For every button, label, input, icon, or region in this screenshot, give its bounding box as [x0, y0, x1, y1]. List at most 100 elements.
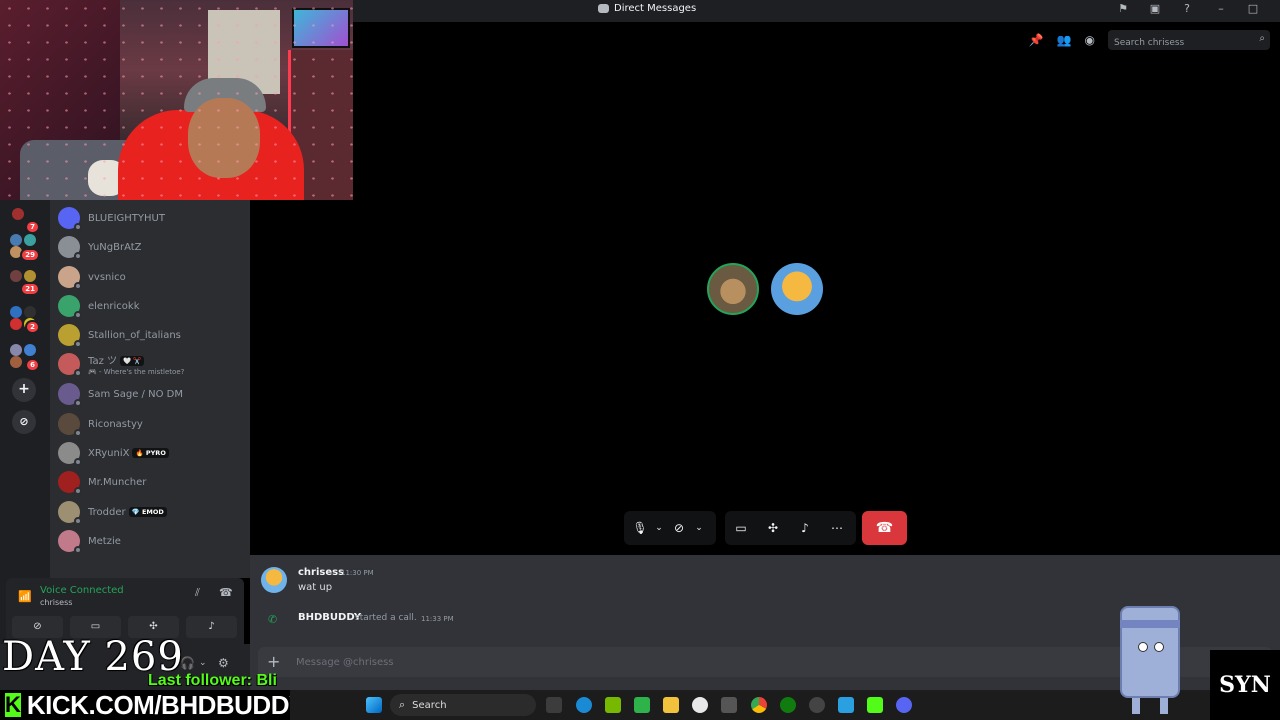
message-input[interactable]: [296, 647, 1096, 677]
spreadsheet-icon[interactable]: [634, 697, 650, 713]
webcam-overlay: [0, 0, 353, 200]
help-icon[interactable]: ?: [1180, 2, 1194, 16]
voice-channel[interactable]: chrisess: [40, 598, 72, 607]
edge-icon[interactable]: [576, 697, 592, 713]
task-view-icon[interactable]: [546, 697, 562, 713]
dm-item[interactable]: Trodder 💎 EMOD: [58, 498, 243, 526]
search-box: ⌕: [1108, 30, 1270, 53]
avatar: [58, 207, 82, 231]
noise-suppression-icon[interactable]: ⫽: [195, 586, 200, 600]
status-indicator: [74, 311, 82, 319]
chevron-down-icon[interactable]: ⌄: [652, 523, 666, 533]
maximize-icon[interactable]: □: [1246, 2, 1260, 16]
dm-label: Mr.Muncher: [88, 477, 146, 488]
dm-name: Riconastyy: [88, 418, 143, 430]
dm-item[interactable]: Mr.Muncher: [58, 468, 243, 496]
windows-start-icon[interactable]: [366, 697, 382, 713]
dm-name: Stallion_of_italians: [88, 329, 181, 341]
dm-name: elenricokk: [88, 300, 140, 312]
dm-item[interactable]: Metzie: [58, 527, 243, 555]
minimize-icon[interactable]: –: [1214, 2, 1228, 16]
status-indicator: [74, 252, 82, 260]
inbox-icon[interactable]: ▣: [1148, 2, 1162, 16]
streamer-logo: SYN: [1210, 650, 1280, 720]
clan-tag: 🤍 ✂️: [120, 356, 145, 366]
soundboard-icon[interactable]: ♪: [789, 521, 821, 535]
avatar: [58, 266, 82, 290]
signal-icon: 📶: [18, 590, 32, 603]
voice-status[interactable]: Voice Connected: [40, 585, 124, 596]
add-server-button[interactable]: +: [12, 378, 36, 402]
status-indicator: [74, 517, 82, 525]
flag-icon[interactable]: ⚑: [1116, 2, 1130, 16]
system-timestamp: 11:33 PM: [421, 615, 454, 623]
avatar[interactable]: [261, 567, 287, 593]
dm-label: elenricokk: [88, 301, 140, 312]
soundboard-button[interactable]: ♪: [186, 616, 237, 638]
status-indicator: [74, 429, 82, 437]
custom-status: 🎮 - Where's the mistletoe?: [88, 368, 185, 376]
dm-item[interactable]: Sam Sage / NO DM: [58, 380, 243, 408]
participant-avatar[interactable]: [707, 263, 759, 315]
add-attachment-icon[interactable]: +: [267, 652, 280, 671]
dm-item[interactable]: BLUEIGHTYHUT: [58, 204, 243, 232]
unread-badge: 21: [20, 282, 40, 296]
chevron-down-icon[interactable]: ⌄: [199, 658, 207, 668]
add-friend-icon[interactable]: 👥: [1057, 33, 1072, 47]
user-profile-icon[interactable]: ◉: [1085, 33, 1095, 47]
pin-icon[interactable]: 📌: [1029, 33, 1044, 47]
end-call-button[interactable]: ☎: [862, 511, 907, 545]
kick-icon[interactable]: [867, 697, 883, 713]
steam-icon[interactable]: [692, 697, 708, 713]
window-title: Direct Messages: [614, 3, 697, 14]
avatar: [58, 501, 82, 525]
discover-button[interactable]: ⊘: [12, 410, 36, 434]
dm-label: BLUEIGHTYHUT: [88, 213, 165, 224]
chrome-icon[interactable]: [751, 697, 767, 713]
taskbar: ⌕ Search: [290, 690, 1210, 720]
dm-item[interactable]: Stallion_of_italians: [58, 321, 243, 349]
camera-off-icon[interactable]: ⊘: [666, 521, 692, 535]
dm-label: Riconastyy: [88, 419, 143, 430]
chevron-down-icon[interactable]: ⌄: [692, 523, 706, 533]
obs-icon[interactable]: [809, 697, 825, 713]
taskbar-search[interactable]: ⌕ Search: [390, 694, 536, 716]
message-text: wat up: [298, 582, 333, 593]
search-icon: ⌕: [1259, 33, 1265, 44]
participant-avatar[interactable]: [771, 263, 823, 315]
microphone-icon[interactable]: 🎙: [628, 521, 652, 535]
message-author[interactable]: chrisess: [298, 567, 344, 578]
app-icon[interactable]: [838, 697, 854, 713]
store-icon[interactable]: [721, 697, 737, 713]
server-folder[interactable]: 7: [8, 204, 40, 234]
window-controls: – □ ✕: [1214, 2, 1280, 16]
search-input[interactable]: [1108, 33, 1270, 53]
file-explorer-icon[interactable]: [663, 697, 679, 713]
dm-item[interactable]: Taz ツ 🤍 ✂️ 🎮 - Where's the mistletoe?: [58, 350, 243, 378]
nvidia-icon[interactable]: [605, 697, 621, 713]
disconnect-icon[interactable]: ☎: [219, 586, 233, 599]
dm-item[interactable]: vvsnico: [58, 263, 243, 291]
dm-item[interactable]: Riconastyy: [58, 410, 243, 438]
unread-badge: 6: [25, 358, 40, 372]
server-folder[interactable]: 21: [8, 266, 40, 296]
activities-icon[interactable]: ✣: [757, 521, 789, 535]
server-folder[interactable]: 29: [8, 232, 40, 262]
system-author[interactable]: BHDBUDDY: [298, 612, 361, 623]
dm-label: YuNgBrAtZ: [88, 242, 142, 253]
dm-item[interactable]: elenricokk: [58, 292, 243, 320]
dm-item[interactable]: XRyuniX 🔥 PYRO: [58, 439, 243, 467]
dm-item[interactable]: YuNgBrAtZ: [58, 233, 243, 261]
avatar: [58, 471, 82, 495]
more-icon[interactable]: ⋯: [821, 521, 853, 535]
settings-icon[interactable]: ⚙: [218, 656, 229, 670]
xbox-icon[interactable]: [780, 697, 796, 713]
dm-name: Metzie: [88, 535, 121, 547]
share-screen-icon[interactable]: ▭: [725, 521, 757, 535]
system-text: started a call.: [355, 613, 417, 623]
discord-icon[interactable]: [896, 697, 912, 713]
server-folder[interactable]: 2: [8, 304, 40, 334]
server-folder[interactable]: 6: [8, 342, 40, 372]
avatar: [58, 383, 82, 407]
status-indicator: [74, 487, 82, 495]
